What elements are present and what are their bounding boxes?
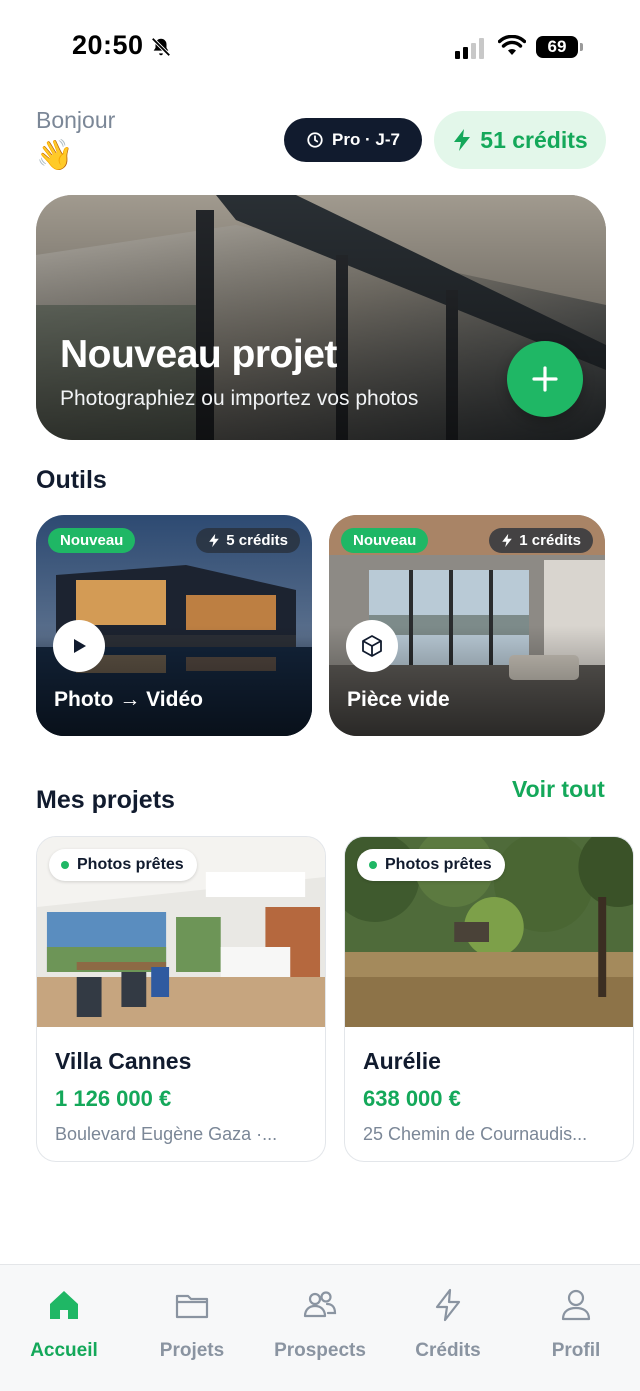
new-badge: Nouveau — [341, 528, 429, 553]
credit-cost-label: 1 crédits — [519, 532, 581, 549]
project-card-aurelie[interactable]: Photos prêtes Aurélie 638 000 € 25 Chemi… — [344, 836, 634, 1162]
project-price: 1 126 000 € — [55, 1086, 172, 1111]
cube-icon — [362, 635, 382, 657]
tab-home[interactable]: Accueil — [0, 1265, 128, 1375]
credit-cost-badge: 1 crédits — [489, 528, 593, 553]
bell-muted-icon — [151, 37, 171, 57]
user-icon — [561, 1289, 591, 1321]
tab-label: Profil — [551, 1340, 601, 1361]
status-bar: 20:50 69 — [0, 0, 640, 96]
tool-label: Photo → Vidéo — [54, 688, 203, 711]
project-address: Boulevard Eugène Gaza ·... — [55, 1124, 278, 1144]
status-time: 20:50 — [72, 30, 144, 60]
bottom-tab-bar: Accueil Projets Prospects Crédits Profil — [0, 1264, 640, 1391]
status-dot — [369, 861, 377, 869]
tab-profile[interactable]: Profil — [512, 1265, 640, 1375]
credit-cost-badge: 5 crédits — [196, 528, 300, 553]
project-name: Aurélie — [363, 1048, 441, 1074]
credits-badge-label: 51 crédits — [480, 126, 588, 153]
plus-icon — [532, 366, 558, 392]
home-icon — [50, 1291, 78, 1319]
wifi-icon — [498, 35, 526, 55]
play-icon — [74, 639, 86, 653]
new-project-card[interactable]: Nouveau projet Photographiez ou importez… — [36, 195, 606, 440]
cube-button[interactable] — [346, 620, 398, 672]
project-price: 638 000 € — [363, 1086, 461, 1111]
cellular-signal-icon — [455, 37, 487, 59]
credits-badge[interactable]: 51 crédits — [434, 111, 606, 169]
tab-label: Crédits — [415, 1340, 481, 1361]
tool-card-empty-room[interactable]: Nouveau 1 crédits Pièce vide — [329, 515, 605, 736]
bolt-icon — [502, 533, 513, 548]
hero-title: Nouveau projet — [60, 333, 337, 376]
hero-subtitle: Photographiez ou importez vos photos — [60, 387, 419, 410]
tools-section-title: Outils — [36, 466, 107, 494]
tool-label: Pièce vide — [347, 688, 450, 711]
project-address: 25 Chemin de Cournaudis... — [363, 1124, 588, 1144]
project-name: Villa Cannes — [55, 1048, 192, 1074]
wave-emoji: 👋 — [36, 139, 74, 172]
bolt-icon — [454, 129, 471, 151]
users-icon — [303, 1291, 337, 1318]
tab-prospects[interactable]: Prospects — [256, 1265, 384, 1375]
tab-label: Projets — [159, 1340, 225, 1361]
tab-projects[interactable]: Projets — [128, 1265, 256, 1375]
play-button[interactable] — [53, 620, 105, 672]
tab-label: Prospects — [274, 1340, 366, 1361]
tool-card-photo-video[interactable]: Nouveau 5 crédits Photo → Vidéo — [36, 515, 312, 736]
battery-indicator: 69 — [536, 36, 583, 58]
project-status-badge: Photos prêtes — [49, 849, 197, 881]
bolt-icon — [435, 1288, 461, 1322]
clock-icon — [307, 132, 323, 148]
status-dot — [61, 861, 69, 869]
add-project-button[interactable] — [507, 341, 583, 417]
project-status-label: Photos prêtes — [385, 856, 492, 873]
see-all-link[interactable]: Voir tout — [512, 776, 605, 803]
greeting-text: Bonjour — [36, 107, 116, 133]
tab-label: Accueil — [30, 1340, 98, 1361]
tab-credits[interactable]: Crédits — [384, 1265, 512, 1375]
new-badge: Nouveau — [48, 528, 136, 553]
plan-badge[interactable]: Pro · J-7 — [284, 118, 422, 162]
credit-cost-label: 5 crédits — [226, 532, 288, 549]
projects-section-title: Mes projets — [36, 786, 175, 814]
project-status-label: Photos prêtes — [77, 856, 184, 873]
bolt-icon — [209, 533, 220, 548]
folder-icon — [175, 1294, 209, 1319]
plan-badge-label: Pro · J-7 — [331, 130, 401, 149]
project-card-villa-cannes[interactable]: Photos prêtes Villa Cannes 1 126 000 € B… — [36, 836, 326, 1162]
project-status-badge: Photos prêtes — [357, 849, 505, 881]
